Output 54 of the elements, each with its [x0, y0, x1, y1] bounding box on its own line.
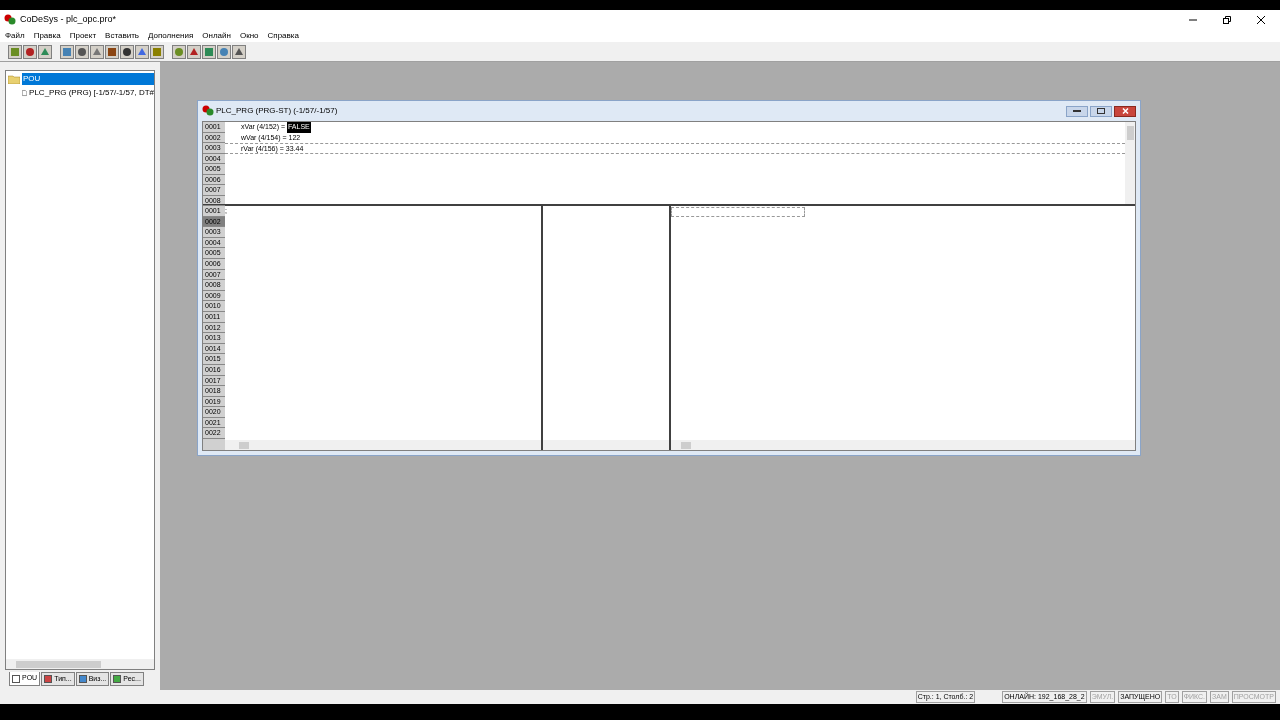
close-icon[interactable] — [1256, 15, 1266, 25]
horizontal-scrollbar[interactable] — [671, 440, 1135, 450]
tool-icon — [137, 46, 147, 57]
menu-item[interactable]: Окно — [239, 30, 259, 42]
window-title: CoDeSys - plc_opc.pro* — [20, 13, 117, 27]
tree-item[interactable]: PLC_PRG (PRG) [-1/57/-1/57, DT# — [29, 87, 154, 99]
toolbar-button[interactable] — [187, 44, 201, 59]
toolbar-button[interactable] — [232, 44, 246, 59]
horizontal-scrollbar[interactable] — [6, 659, 154, 669]
menu-item[interactable]: Вставить — [105, 30, 139, 42]
window-icon — [202, 105, 214, 117]
tool-icon — [77, 46, 87, 57]
tool-icon — [219, 46, 229, 57]
toolbar-button[interactable] — [75, 44, 89, 59]
menu-item[interactable]: Файл — [5, 30, 25, 42]
close-button[interactable] — [1114, 105, 1136, 117]
horizontal-scrollbar[interactable] — [225, 440, 541, 450]
tool-icon — [62, 46, 72, 57]
maximize-icon — [1097, 108, 1105, 114]
close-icon — [1121, 108, 1129, 114]
folder-icon — [8, 74, 20, 84]
tool-icon — [174, 46, 184, 57]
maximize-button[interactable] — [1090, 105, 1112, 117]
tool-icon — [10, 46, 20, 57]
tab-icon — [113, 675, 122, 683]
tool-icon — [204, 46, 214, 57]
tab-icon — [78, 675, 87, 683]
toolbar-button[interactable] — [120, 44, 134, 59]
tab-icon — [12, 674, 20, 683]
tool-icon — [25, 46, 35, 57]
tool-icon — [189, 46, 199, 57]
horizontal-scrollbar[interactable] — [543, 440, 669, 450]
vertical-scrollbar[interactable] — [1125, 122, 1135, 204]
menu-item[interactable]: Онлайн — [202, 30, 231, 42]
editor-title: PLC_PRG (PRG-ST) (-1/57/-1/57) — [216, 105, 338, 117]
tool-icon — [234, 46, 244, 57]
menu-item[interactable]: Правка — [33, 30, 61, 42]
menu-item[interactable]: Справка — [267, 30, 299, 42]
minimize-button[interactable] — [1066, 105, 1088, 117]
toolbar-button[interactable] — [105, 44, 119, 59]
toolbar-button[interactable] — [23, 44, 37, 59]
menu-item[interactable]: Проект — [69, 30, 97, 42]
minimize-icon — [1073, 109, 1081, 113]
document-icon — [22, 88, 28, 98]
tool-icon — [107, 46, 117, 57]
tree-item[interactable]: POU — [22, 73, 154, 85]
restore-icon[interactable] — [1222, 15, 1232, 25]
tool-icon — [152, 46, 162, 57]
tab-icon — [44, 675, 53, 683]
tool-icon — [122, 46, 132, 57]
tool-icon — [40, 46, 50, 57]
tool-icon — [92, 46, 102, 57]
menu-item[interactable]: Дополнения — [148, 30, 194, 42]
app-icon — [4, 14, 16, 26]
